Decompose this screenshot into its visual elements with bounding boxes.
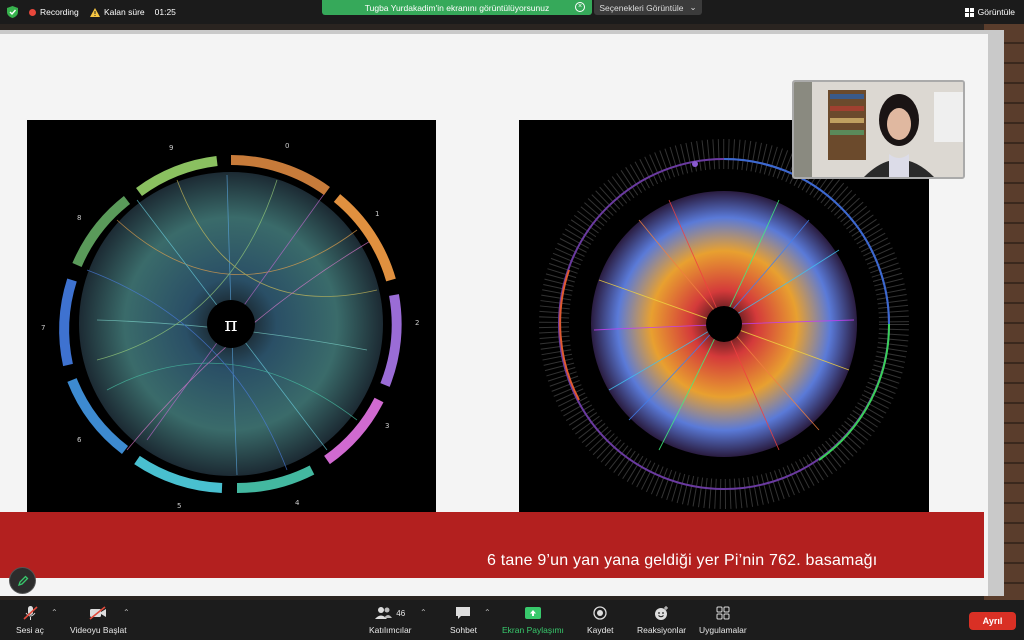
chat-chevron-icon[interactable]: ⌃ <box>484 608 491 617</box>
timer-value: 01:25 <box>154 7 176 17</box>
shield-icon[interactable] <box>7 0 19 24</box>
unmute-button[interactable]: Sesi aç <box>16 604 44 635</box>
audio-options-chevron-icon[interactable]: ⌃ <box>51 608 58 617</box>
chat-button[interactable]: Sohbet <box>450 604 477 635</box>
ring-label: 7 <box>41 324 45 332</box>
ring-label: 8 <box>77 214 81 222</box>
pi-symbol: π <box>224 312 237 336</box>
view-button-label: Görüntüle <box>977 7 1015 17</box>
banner-text: Tugba Yurdakadim'in ekranını görüntülüyo… <box>364 2 550 13</box>
apps-icon <box>716 606 730 620</box>
record-icon <box>593 606 607 620</box>
unmute-label: Sesi aç <box>16 625 44 635</box>
participant-video[interactable] <box>792 80 965 179</box>
ring-label: 4 <box>295 499 300 507</box>
time-remaining: Kalan süre 01:25 <box>90 0 176 24</box>
shared-screen: π 0 1 2 3 4 5 6 7 8 9 Cristian Ilies Vas… <box>0 24 1024 600</box>
share-screen-label: Ekran Paylaşımı <box>502 625 564 635</box>
meeting-toolbar: Sesi aç ⌃ Videoyu Başlat ⌃ 46 Katılımcıl… <box>0 600 1024 640</box>
record-dot-icon <box>29 8 36 16</box>
grid-icon <box>964 7 974 17</box>
recording-indicator[interactable]: Recording <box>29 0 79 24</box>
timer-label: Kalan süre <box>104 7 145 17</box>
ring-label: 2 <box>415 319 419 327</box>
ring-label: 0 <box>285 142 289 150</box>
recording-label: Recording <box>40 7 79 17</box>
chat-icon <box>456 607 471 619</box>
annotate-button[interactable] <box>9 567 36 594</box>
view-button[interactable]: Görüntüle <box>964 0 1015 24</box>
record-button[interactable]: Kaydet <box>587 604 613 635</box>
ring-label: 9 <box>169 144 173 152</box>
screen-share-banner: Tugba Yurdakadim'in ekranını görüntülüyo… <box>322 0 592 15</box>
apps-label: Uygulamalar <box>699 625 747 635</box>
record-label: Kaydet <box>587 625 614 635</box>
ring-label: 5 <box>177 502 181 510</box>
pencil-icon <box>17 575 28 586</box>
ring-label: 1 <box>375 210 379 218</box>
mic-muted-icon <box>23 606 38 620</box>
pi-circos-image-left: π 0 1 2 3 4 5 6 7 8 9 Cristian Ilies Vas… <box>27 120 436 528</box>
reactions-button[interactable]: Reaksiyonlar <box>637 604 686 635</box>
participants-label: Katılımcılar <box>369 625 412 635</box>
pi-circos-image-right <box>519 120 929 528</box>
banner-close-icon[interactable]: × <box>575 2 585 12</box>
warning-icon <box>90 7 100 17</box>
ring-label: 3 <box>385 422 389 430</box>
leave-button[interactable]: Ayrıl <box>969 612 1016 630</box>
reactions-label: Reaksiyonlar <box>637 625 687 635</box>
slide-caption: 6 tane 9’un yan yana geldiği yer Pi’nin … <box>487 552 878 569</box>
video-options-chevron-icon[interactable]: ⌃ <box>123 608 130 617</box>
participants-icon <box>375 607 393 619</box>
participants-count: 46 <box>396 608 406 618</box>
participants-button[interactable]: 46 Katılımcılar <box>369 604 412 635</box>
apps-button[interactable]: Uygulamalar <box>699 604 747 635</box>
start-video-label: Videoyu Başlat <box>70 625 127 635</box>
reactions-icon <box>654 606 668 620</box>
view-options-label: Seçenekleri Görüntüle <box>599 2 684 13</box>
share-screen-button[interactable]: Ekran Paylaşımı <box>502 604 564 635</box>
ring-label: 6 <box>77 436 82 444</box>
view-options-dropdown[interactable]: Seçenekleri Görüntüle ⌄ <box>594 0 702 15</box>
video-off-icon <box>89 606 107 620</box>
chevron-down-icon: ⌄ <box>689 2 697 12</box>
participants-chevron-icon[interactable]: ⌃ <box>420 608 427 617</box>
start-video-button[interactable]: Videoyu Başlat <box>70 604 127 635</box>
chat-label: Sohbet <box>450 625 477 635</box>
top-bar: Recording Kalan süre 01:25 Tugba Yurdaka… <box>0 0 1024 24</box>
share-screen-icon <box>524 607 541 619</box>
